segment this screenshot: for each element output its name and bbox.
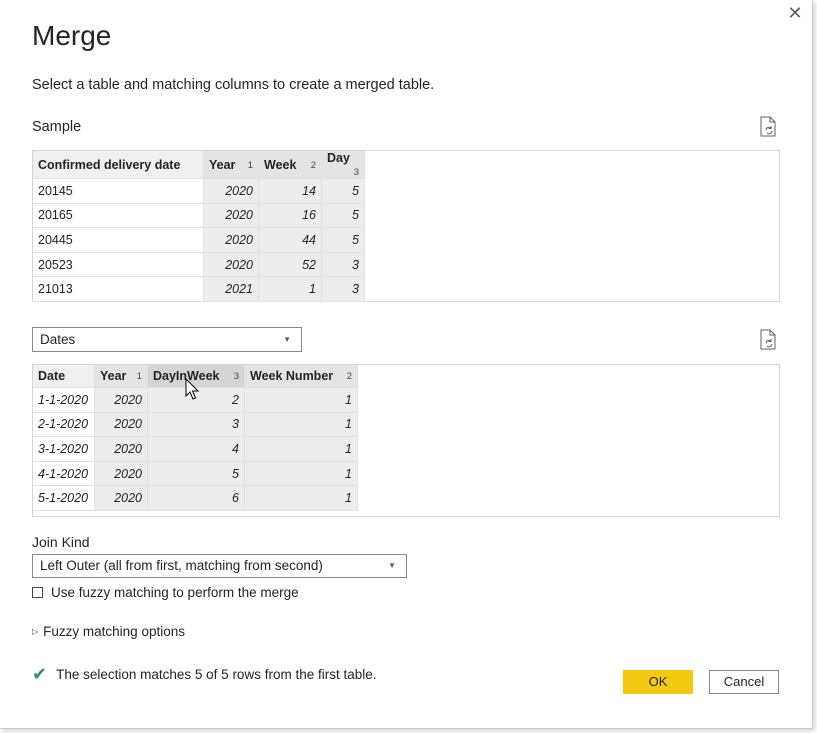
column-header-label: Year xyxy=(209,157,236,172)
table-cell: 1-1-2020 xyxy=(33,387,95,413)
table-cell: 1 xyxy=(244,436,358,462)
column-order: 2 xyxy=(346,371,352,382)
table-cell: 1 xyxy=(244,412,358,438)
match-status: ✔ The selection matches 5 of 5 rows from… xyxy=(32,664,377,684)
table-cell: 14 xyxy=(258,178,322,204)
table-cell: 2020 xyxy=(203,252,259,278)
table-cell: 2020 xyxy=(94,485,148,511)
table-cell: 4-1-2020 xyxy=(33,461,95,487)
table-cell: 2020 xyxy=(203,203,259,229)
table-cell: 2-1-2020 xyxy=(33,412,95,438)
mouse-cursor-icon xyxy=(185,378,200,400)
table-cell: 1 xyxy=(244,387,358,413)
checkmark-icon: ✔ xyxy=(32,664,48,684)
table-row: 20165 2020 16 5 xyxy=(33,203,365,229)
table-cell: 44 xyxy=(258,227,322,253)
fuzzy-matching-label[interactable]: Use fuzzy matching to perform the merge xyxy=(51,585,299,600)
table-cell: 20165 xyxy=(33,203,204,229)
table-cell: 1 xyxy=(244,485,358,511)
refresh-icon[interactable] xyxy=(759,329,779,351)
table-cell: 5 xyxy=(147,461,245,487)
table-cell: 3 xyxy=(321,252,365,278)
column-order: 2 xyxy=(310,159,316,171)
column-order: 3 xyxy=(233,371,239,382)
column-header-label: Date xyxy=(38,369,66,383)
table-cell: 21013 xyxy=(33,276,204,302)
table-row: 20445 2020 44 5 xyxy=(33,227,365,253)
table-row: 5-1-2020 2020 6 1 xyxy=(33,485,358,511)
column-header-label: Week xyxy=(264,157,297,172)
join-kind-value: Left Outer (all from first, matching fro… xyxy=(40,558,323,573)
column-header[interactable]: Confirmed delivery date xyxy=(33,151,204,179)
table-cell: 5 xyxy=(321,178,365,204)
join-kind-dropdown[interactable]: Left Outer (all from first, matching fro… xyxy=(32,554,407,578)
table-cell: 5 xyxy=(321,203,365,229)
column-header-label: Week Number xyxy=(250,369,334,383)
column-header[interactable]: Year 1 xyxy=(94,365,148,388)
fuzzy-matching-checkbox[interactable] xyxy=(32,587,43,598)
fuzzy-matching-row: Use fuzzy matching to perform the merge xyxy=(32,585,299,600)
column-header-label: Day xyxy=(327,151,350,165)
table-row: 21013 2021 1 3 xyxy=(33,276,365,302)
column-order: 1 xyxy=(247,159,253,171)
column-header-label: Confirmed delivery date xyxy=(38,157,181,172)
second-table-panel: Date Year 1 DayInWeek 3 Week Number 2 1-1-2… xyxy=(32,364,780,517)
fuzzy-options-label: Fuzzy matching options xyxy=(43,624,185,639)
column-header[interactable]: Week 2 xyxy=(258,151,322,179)
table-cell: 3 xyxy=(147,412,245,438)
chevron-down-icon: ▼ xyxy=(283,335,291,344)
table-cell: 2020 xyxy=(203,227,259,253)
ok-button[interactable]: OK xyxy=(623,670,693,694)
merge-dialog: ✕ Merge Select a table and matching colu… xyxy=(0,0,813,729)
expand-triangle-icon: ▷ xyxy=(32,627,39,636)
table-row: 20145 2020 14 5 xyxy=(33,178,365,204)
table-cell: 6 xyxy=(147,485,245,511)
table-header-row: Confirmed delivery date Year 1 Week 2 Day 3 xyxy=(33,151,365,179)
column-header[interactable]: Week Number 2 xyxy=(244,365,358,388)
table-cell: 5-1-2020 xyxy=(33,485,95,511)
close-icon[interactable]: ✕ xyxy=(786,4,804,22)
column-order: 3 xyxy=(353,167,359,178)
table-row: 3-1-2020 2020 4 1 xyxy=(33,436,358,462)
table-cell: 2021 xyxy=(203,276,259,302)
table-select-dropdown[interactable]: Dates ▼ xyxy=(32,327,302,352)
sample-label: Sample xyxy=(32,119,82,135)
table-cell: 20523 xyxy=(33,252,204,278)
table-cell: 2020 xyxy=(94,436,148,462)
table-cell: 2020 xyxy=(94,461,148,487)
table-cell: 20145 xyxy=(33,178,204,204)
column-order: 1 xyxy=(136,371,142,382)
join-kind-label: Join Kind xyxy=(32,534,90,550)
column-header[interactable]: Date xyxy=(33,365,95,388)
chevron-down-icon: ▼ xyxy=(388,561,396,570)
table-cell: 2020 xyxy=(94,387,148,413)
sample-table: Confirmed delivery date Year 1 Week 2 Day 3… xyxy=(33,151,365,302)
table-cell: 3-1-2020 xyxy=(33,436,95,462)
table-cell: 16 xyxy=(258,203,322,229)
table-cell: 2020 xyxy=(203,178,259,204)
dialog-title: Merge xyxy=(32,20,112,51)
table-cell: 1 xyxy=(244,461,358,487)
refresh-icon[interactable] xyxy=(759,116,779,138)
table-row: 4-1-2020 2020 5 1 xyxy=(33,461,358,487)
table-cell: 1 xyxy=(258,276,322,302)
table-cell: 2020 xyxy=(94,412,148,438)
table-row: 2-1-2020 2020 3 1 xyxy=(33,412,358,438)
table-row: 20523 2020 52 3 xyxy=(33,252,365,278)
fuzzy-options-toggle[interactable]: ▷ Fuzzy matching options xyxy=(32,624,185,639)
table-cell: 5 xyxy=(321,227,365,253)
dialog-subtitle: Select a table and matching columns to c… xyxy=(32,77,435,93)
column-header-label: Year xyxy=(100,369,127,383)
match-status-text: The selection matches 5 of 5 rows from t… xyxy=(56,667,377,682)
table-cell: 4 xyxy=(147,436,245,462)
table-cell: 20445 xyxy=(33,227,204,253)
table-select-value: Dates xyxy=(40,332,76,347)
sample-table-panel: Confirmed delivery date Year 1 Week 2 Day 3… xyxy=(32,150,780,302)
column-header[interactable]: Year 1 xyxy=(203,151,259,179)
table-cell: 52 xyxy=(258,252,322,278)
table-cell: 3 xyxy=(321,276,365,302)
cancel-button[interactable]: Cancel xyxy=(709,670,779,694)
column-header[interactable]: Day 3 xyxy=(321,151,365,179)
